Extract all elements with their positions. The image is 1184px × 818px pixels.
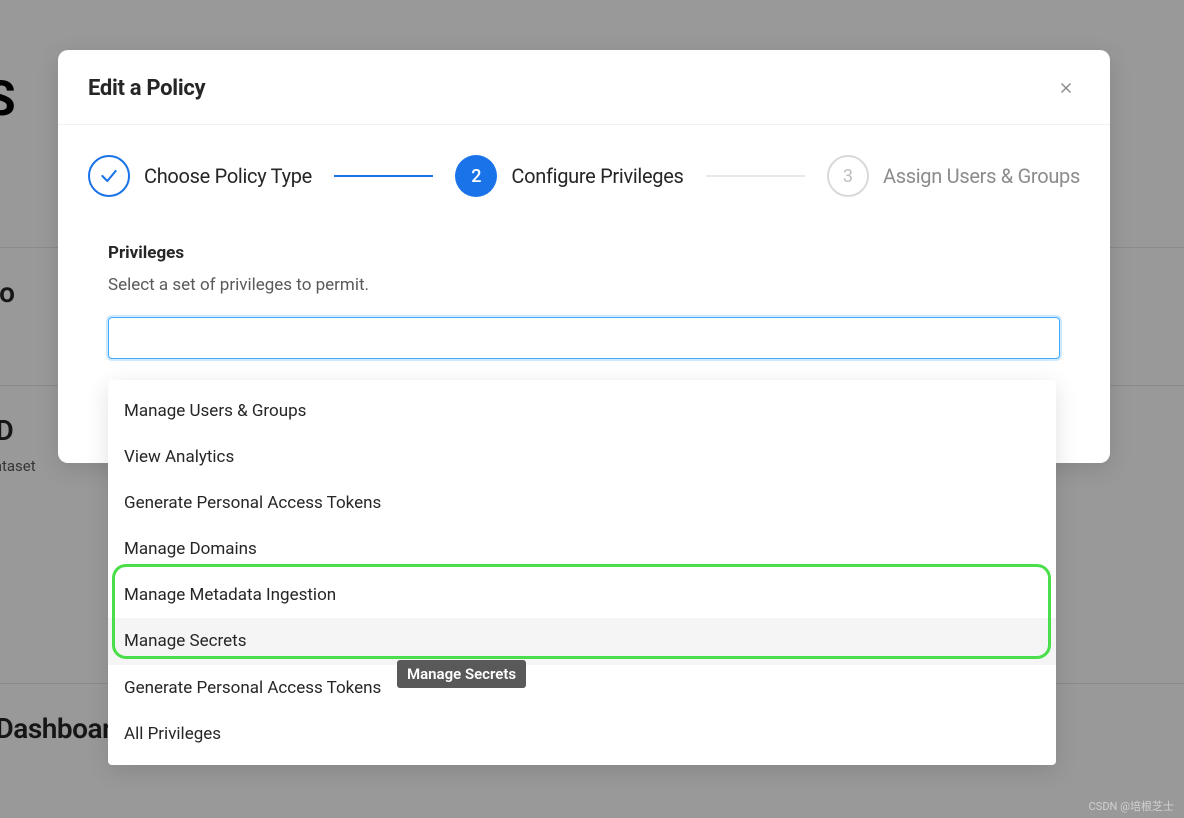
step-label: Configure Privileges — [511, 164, 683, 188]
privileges-dropdown: Manage Users & Groups View Analytics Gen… — [108, 380, 1056, 765]
step-number: 2 — [455, 155, 497, 197]
wizard-steps: Choose Policy Type 2 Configure Privilege… — [58, 125, 1110, 207]
privileges-select-input[interactable] — [108, 317, 1060, 359]
step-connector — [706, 175, 805, 177]
dropdown-option-view-analytics[interactable]: View Analytics — [108, 434, 1056, 480]
modal-title: Edit a Policy — [88, 76, 205, 101]
dropdown-option-manage-metadata-ingestion[interactable]: Manage Metadata Ingestion — [108, 572, 1056, 618]
close-icon — [1057, 79, 1075, 97]
step-assign-users-groups[interactable]: 3 Assign Users & Groups — [827, 155, 1080, 197]
step-connector — [334, 175, 433, 177]
step-choose-policy-type[interactable]: Choose Policy Type — [88, 155, 312, 197]
dropdown-option-all-privileges[interactable]: All Privileges — [108, 711, 1056, 757]
check-icon — [99, 166, 119, 186]
step-done-icon — [88, 155, 130, 197]
step-label: Choose Policy Type — [144, 164, 312, 188]
watermark: CSDN @培根芝士 — [1089, 798, 1174, 814]
step-number: 3 — [827, 155, 869, 197]
tooltip: Manage Secrets — [397, 660, 526, 688]
step-configure-privileges[interactable]: 2 Configure Privileges — [455, 155, 683, 197]
modal-header: Edit a Policy — [58, 50, 1110, 125]
dropdown-option-generate-tokens-2[interactable]: Generate Personal Access Tokens — [108, 665, 1056, 711]
dropdown-option-generate-tokens[interactable]: Generate Personal Access Tokens — [108, 480, 1056, 526]
dropdown-option-manage-users-groups[interactable]: Manage Users & Groups — [108, 388, 1056, 434]
dropdown-option-manage-domains[interactable]: Manage Domains — [108, 526, 1056, 572]
step-label: Assign Users & Groups — [883, 164, 1080, 188]
privileges-heading: Privileges — [108, 243, 1060, 263]
privileges-desc: Select a set of privileges to permit. — [108, 275, 1060, 295]
dropdown-option-manage-secrets[interactable]: Manage Secrets — [108, 618, 1056, 664]
close-button[interactable] — [1052, 74, 1080, 102]
